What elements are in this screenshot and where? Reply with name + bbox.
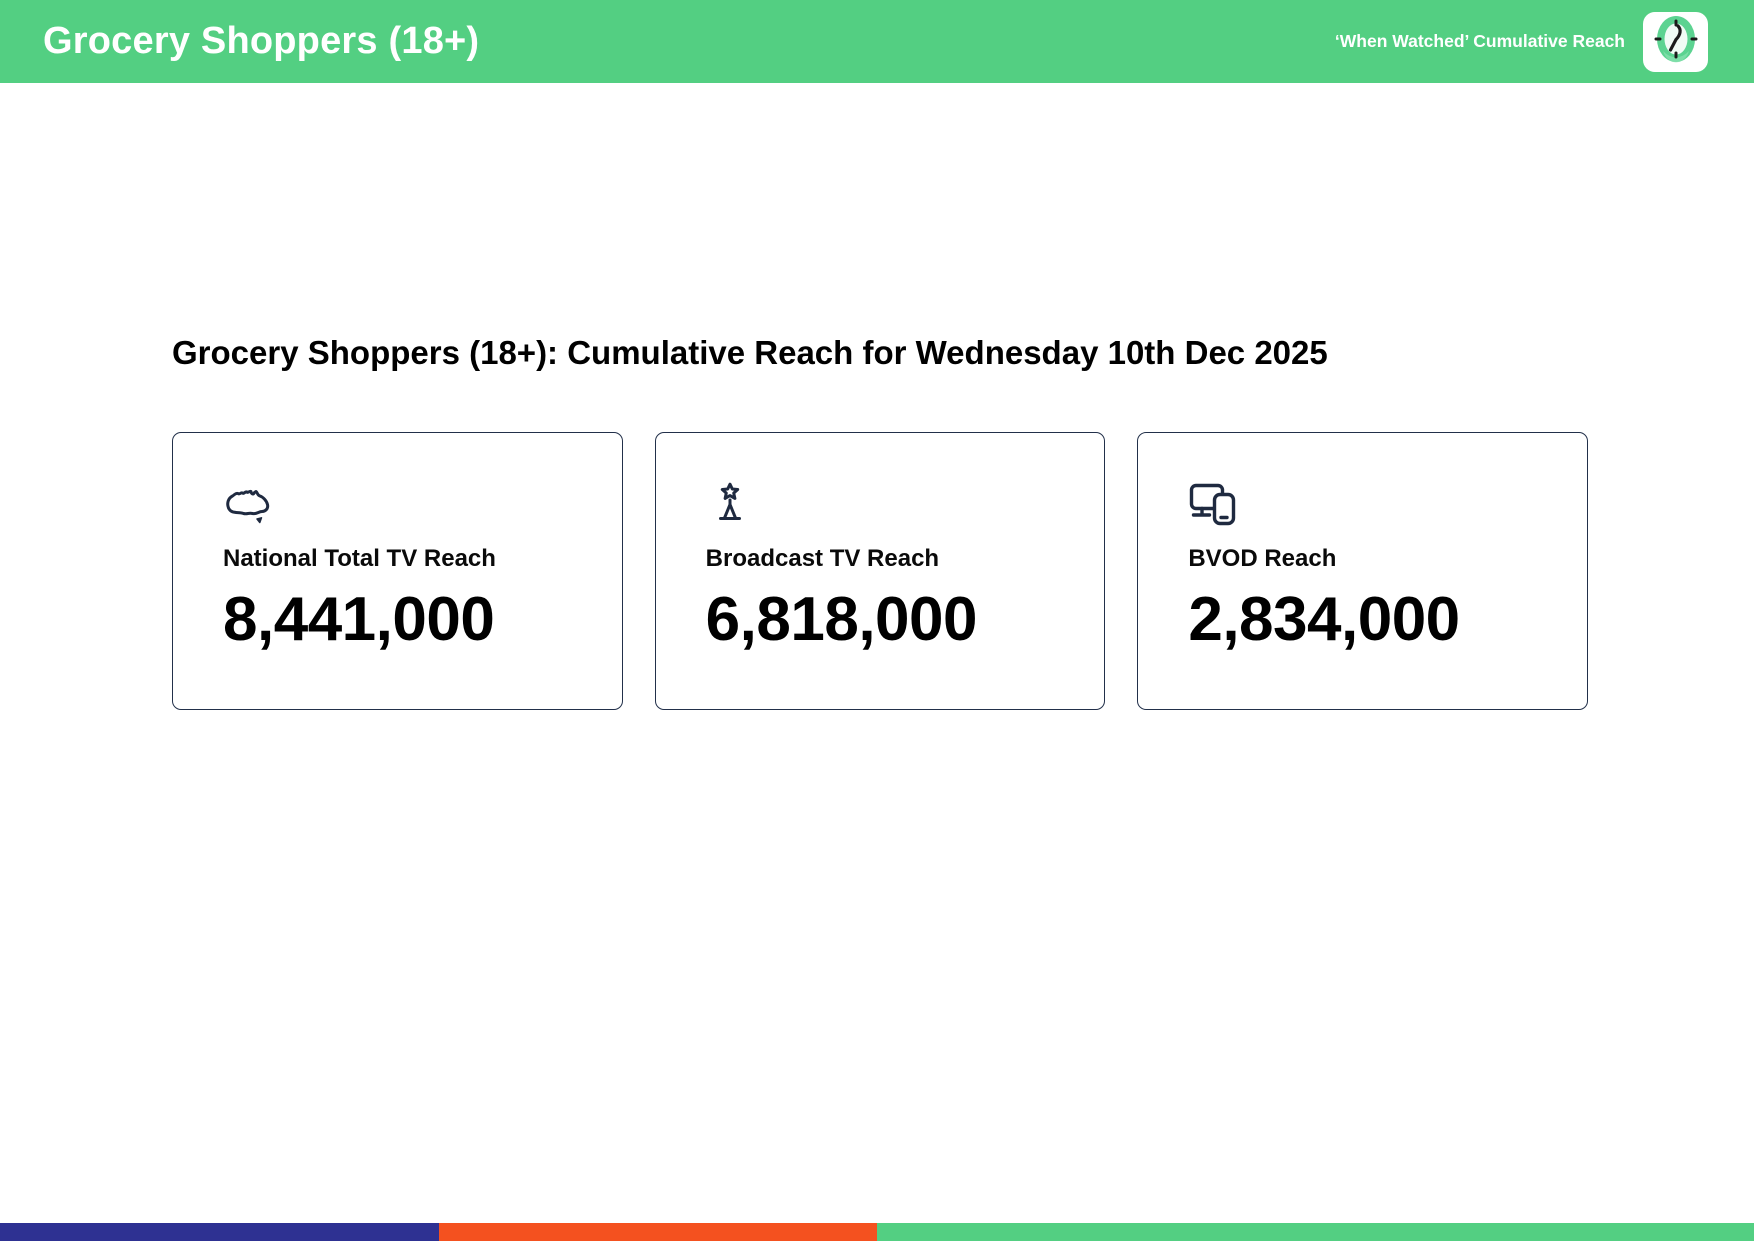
header-bar: Grocery Shoppers (18+) ‘When Watched’ Cu… [0,0,1754,83]
kpi-label: National Total TV Reach [223,545,496,572]
footer-green-segment [877,1223,1754,1241]
australia-map-icon [223,481,602,529]
kpi-value: 8,441,000 [223,585,495,654]
kpi-card-national-total-tv: National Total TV Reach 8,441,000 [172,432,623,710]
header-subtitle: ‘When Watched’ Cumulative Reach [1334,31,1625,51]
kpi-card-broadcast-tv: Broadcast TV Reach 6,818,000 [654,432,1106,710]
kpi-cards-row: National Total TV Reach 8,441,000 Broadc… [172,432,1589,710]
footer-orange-segment [438,1223,877,1241]
report-body: Grocery Shoppers (18+): Cumulative Reach… [0,83,1754,1223]
kpi-label: BVOD Reach [1188,545,1337,572]
clock-app-logo [1643,11,1708,72]
header-right-group: ‘When Watched’ Cumulative Reach [1334,11,1708,72]
page-title: Grocery Shoppers (18+): Cumulative Reach… [172,334,1328,371]
header-title: Grocery Shoppers (18+) [43,20,480,62]
devices-icon [1188,481,1567,529]
footer-color-bar [0,1223,1754,1241]
kpi-card-bvod: BVOD Reach 2,834,000 [1137,432,1589,710]
kpi-label: Broadcast TV Reach [705,545,940,572]
clock-icon [1653,13,1699,70]
footer-blue-segment [0,1223,439,1241]
kpi-value: 6,818,000 [705,585,978,654]
broadcast-tower-icon [706,481,1085,529]
kpi-value: 2,834,000 [1188,585,1460,654]
